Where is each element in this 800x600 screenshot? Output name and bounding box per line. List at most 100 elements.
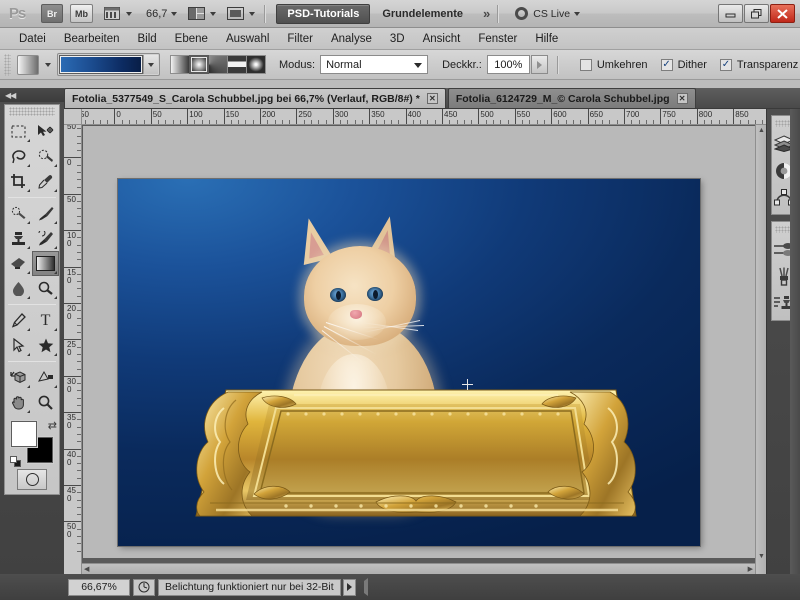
lasso-tool[interactable] [5, 144, 32, 169]
move-tool[interactable] [32, 119, 59, 144]
eyedropper-tool[interactable] [32, 169, 59, 194]
arrange-chevron-down-icon[interactable] [210, 12, 216, 16]
gradient-preview-swatch[interactable] [59, 55, 143, 74]
close-button[interactable] [770, 4, 795, 23]
view-extras-chevron-down-icon[interactable] [126, 12, 132, 16]
type-tool[interactable]: T [32, 308, 59, 333]
angle-gradient-icon[interactable] [208, 55, 228, 74]
scroll-right-arrow-icon[interactable]: ▶ [748, 565, 753, 573]
custom-shape-tool[interactable] [32, 333, 59, 358]
menu-item-3d[interactable]: 3D [381, 31, 414, 47]
rectangular-marquee-tool[interactable] [5, 119, 32, 144]
menu-item-analyse[interactable]: Analyse [322, 31, 381, 47]
foreground-color-swatch[interactable] [11, 421, 37, 447]
blur-tool[interactable] [5, 276, 32, 301]
canvas-horizontal-scrollbar[interactable]: ◀ ▶ [82, 563, 755, 574]
launch-mini-bridge-button[interactable]: Mb [70, 4, 93, 23]
diamond-gradient-icon[interactable] [246, 55, 266, 74]
menu-item-ansicht[interactable]: Ansicht [414, 31, 470, 47]
umkehren-checkbox[interactable] [580, 59, 592, 71]
dither-checkbox[interactable]: ✓ [661, 59, 673, 71]
cs-live-chevron-down-icon[interactable] [574, 12, 580, 16]
history-brush-tool[interactable] [32, 226, 59, 251]
menu-item-auswahl[interactable]: Auswahl [217, 31, 278, 47]
view-extras-icon[interactable] [102, 6, 122, 22]
minimize-button[interactable] [718, 4, 743, 23]
cs-live-button[interactable]: CS Live [515, 7, 580, 20]
document-canvas[interactable] [118, 179, 700, 546]
opacity-stepper-button[interactable] [531, 55, 548, 74]
options-bar-grip[interactable] [4, 54, 11, 76]
radial-gradient-icon[interactable] [189, 55, 209, 74]
default-colors-icon[interactable] [10, 456, 21, 467]
document-tab-active[interactable]: Fotolia_5377549_S_Carola Schubbel.jpg be… [64, 88, 446, 108]
horizontal-ruler[interactable]: 5005010015020025030035040045050055060065… [82, 109, 766, 125]
vertical-ruler[interactable]: 50050100150200250300350400450500 [64, 125, 82, 574]
zoom-tool[interactable] [32, 390, 59, 415]
quick-selection-tool[interactable] [32, 144, 59, 169]
gradient-tool[interactable] [32, 251, 59, 276]
screen-mode-chevron-down-icon[interactable] [249, 12, 255, 16]
workspace-tab-grundelemente[interactable]: Grundelemente [372, 4, 473, 24]
launch-bridge-button[interactable]: Br [41, 4, 63, 23]
gradient-preset-picker[interactable] [57, 53, 160, 76]
more-workspaces-icon[interactable]: » [483, 6, 488, 21]
menu-item-ebene[interactable]: Ebene [166, 31, 217, 47]
arrange-documents-icon[interactable] [186, 6, 206, 22]
spot-healing-brush-tool[interactable] [5, 201, 32, 226]
ruler-minor-tick [755, 120, 756, 124]
hand-tool[interactable] [5, 390, 32, 415]
menu-item-datei[interactable]: Datei [10, 31, 55, 47]
dodge-tool[interactable] [32, 276, 59, 301]
document-info-icon[interactable] [133, 579, 155, 596]
swap-colors-icon[interactable]: ⇄ [48, 419, 57, 432]
menu-item-filter[interactable]: Filter [278, 31, 322, 47]
linear-gradient-icon[interactable] [170, 55, 190, 74]
3d-object-rotate-tool[interactable] [5, 365, 32, 390]
right-dock-scrollbar[interactable] [790, 109, 800, 574]
close-icon[interactable]: ✕ [677, 93, 688, 104]
canvas-vertical-scrollbar[interactable]: ▲ ▼ [755, 125, 766, 574]
blend-mode-select[interactable]: Normal [320, 55, 428, 74]
status-expand-button[interactable] [343, 579, 356, 596]
reflected-gradient-icon[interactable] [227, 55, 247, 74]
opacity-input[interactable]: 100% [487, 55, 530, 74]
zoom-chevron-down-icon[interactable] [171, 12, 177, 16]
quick-mask-mode-icon[interactable] [17, 469, 47, 490]
menu-item-fenster[interactable]: Fenster [469, 31, 526, 47]
eraser-tool[interactable] [5, 251, 32, 276]
status-scroll-left-icon[interactable] [364, 581, 368, 593]
close-icon[interactable]: ✕ [427, 93, 438, 104]
brush-tool[interactable] [32, 201, 59, 226]
transparenz-checkbox[interactable]: ✓ [720, 59, 732, 71]
scroll-down-arrow-icon[interactable]: ▼ [758, 553, 765, 560]
screen-mode-icon[interactable] [225, 6, 245, 22]
menu-item-bild[interactable]: Bild [128, 31, 165, 47]
menu-item-bearbeiten[interactable]: Bearbeiten [55, 31, 129, 47]
scroll-up-arrow-icon[interactable]: ▲ [758, 127, 765, 134]
umkehren-checkbox-row[interactable]: Umkehren [580, 59, 648, 71]
crop-tool[interactable] [5, 169, 32, 194]
dither-checkbox-row[interactable]: ✓ Dither [661, 59, 707, 71]
status-zoom-value[interactable]: 66,67% [68, 579, 130, 596]
document-tab-secondary[interactable]: Fotolia_6124729_M_© Carola Schubbel.jpg … [448, 88, 696, 108]
ruler-minor-tick [391, 120, 392, 124]
tools-collapse-handle[interactable]: ◀◀ [0, 88, 64, 102]
ruler-minor-tick [267, 120, 268, 124]
restore-button[interactable] [744, 4, 769, 23]
clone-stamp-tool[interactable] [5, 226, 32, 251]
workspace-tab-psd-tutorials[interactable]: PSD-Tutorials [276, 4, 370, 24]
scroll-left-arrow-icon[interactable]: ◀ [84, 565, 89, 573]
tool-preset-chevron-down-icon[interactable] [45, 63, 51, 67]
tools-panel-grip[interactable] [9, 107, 55, 116]
gradient-tool-icon[interactable] [17, 55, 39, 75]
pen-tool[interactable] [5, 308, 32, 333]
3d-camera-rotate-tool[interactable] [32, 365, 59, 390]
menu-item-hilfe[interactable]: Hilfe [526, 31, 567, 47]
ruler-minor-tick [194, 120, 195, 124]
path-selection-tool[interactable] [5, 333, 32, 358]
transparenz-checkbox-row[interactable]: ✓ Transparenz [720, 59, 798, 71]
canvas-viewport[interactable] [83, 126, 755, 558]
ruler-corner[interactable] [64, 109, 82, 125]
gradient-preset-chevron-down-icon[interactable] [143, 55, 158, 74]
